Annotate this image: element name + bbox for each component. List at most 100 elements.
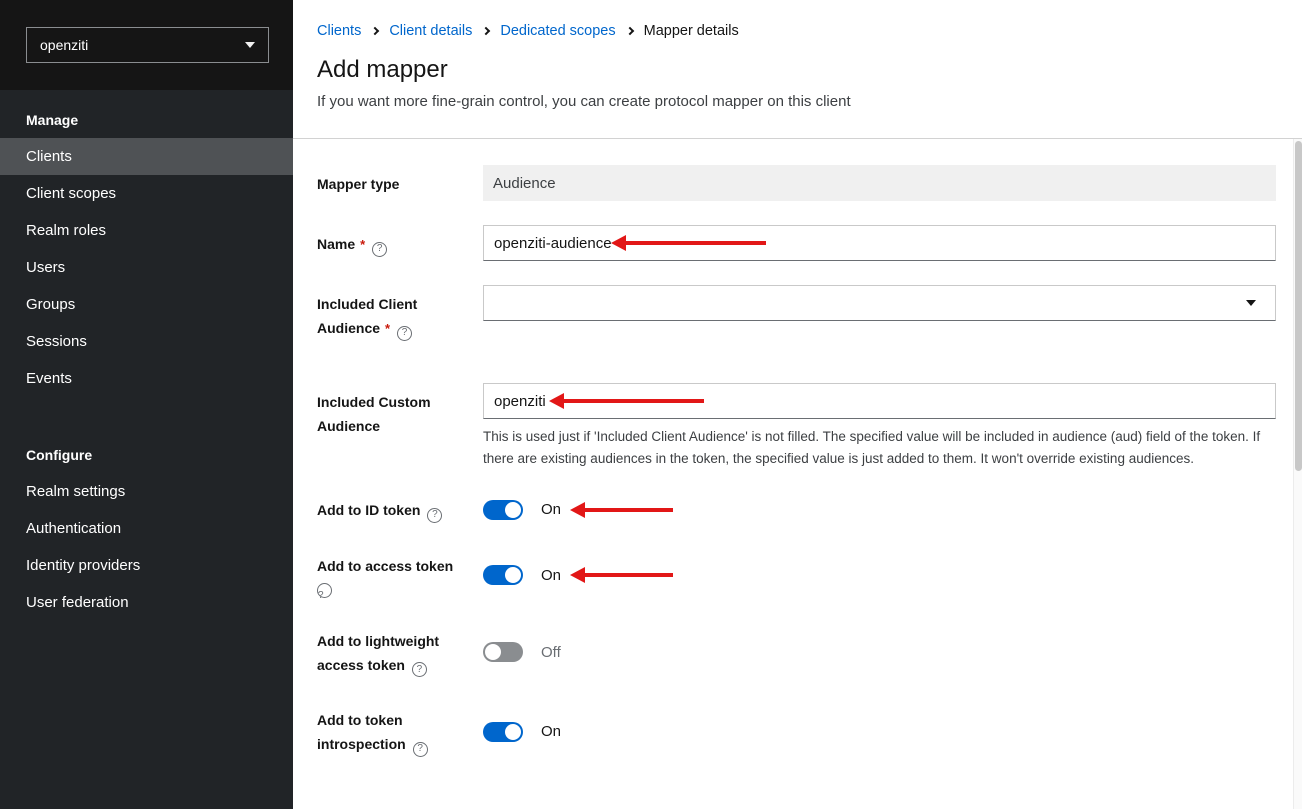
arrow-head-icon bbox=[611, 235, 626, 251]
form-row-add-to-token-introspection: Add to token introspection? On bbox=[317, 701, 1276, 757]
included-custom-audience-field: This is used just if 'Included Client Au… bbox=[483, 383, 1276, 470]
toggle-knob bbox=[505, 502, 521, 518]
toggle-knob bbox=[505, 567, 521, 583]
arrow-head-icon bbox=[549, 393, 564, 409]
add-to-id-token-field: On bbox=[483, 491, 1276, 523]
toggle-state-label: On bbox=[541, 567, 561, 584]
add-to-id-token-label-text: Add to ID token bbox=[317, 502, 420, 518]
sidebar-item-users[interactable]: Users bbox=[0, 249, 293, 286]
toggle-knob bbox=[485, 644, 501, 660]
breadcrumb-client-details[interactable]: Client details bbox=[389, 23, 472, 39]
arrow-head-icon bbox=[570, 567, 585, 583]
add-to-id-token-toggle[interactable] bbox=[483, 500, 523, 520]
sidebar-item-groups[interactable]: Groups bbox=[0, 286, 293, 323]
add-to-access-token-label: Add to access token? bbox=[317, 547, 483, 598]
realm-name: openziti bbox=[40, 37, 88, 53]
page-header: Clients Client details Dedicated scopes … bbox=[293, 0, 1302, 139]
sidebar-item-realm-settings[interactable]: Realm settings bbox=[0, 473, 293, 510]
breadcrumb: Clients Client details Dedicated scopes … bbox=[317, 23, 1276, 39]
mapper-type-field bbox=[483, 165, 1276, 201]
name-input[interactable] bbox=[483, 225, 1276, 261]
help-icon[interactable]: ? bbox=[397, 326, 412, 341]
realm-selector[interactable]: openziti bbox=[26, 27, 269, 63]
page-subtitle: If you want more fine-grain control, you… bbox=[317, 93, 1276, 110]
chevron-down-icon bbox=[245, 42, 255, 48]
app-window: openziti Manage Clients Client scopes Re… bbox=[0, 0, 1302, 809]
scrollbar-track bbox=[1293, 139, 1302, 809]
name-field bbox=[483, 225, 1276, 261]
add-to-token-introspection-field: On bbox=[483, 701, 1276, 757]
arrow-shaft bbox=[626, 241, 766, 245]
included-client-audience-select[interactable] bbox=[483, 285, 1276, 321]
help-icon[interactable]: ? bbox=[413, 742, 428, 757]
add-to-access-token-field: On bbox=[483, 547, 1276, 598]
scrollbar-thumb[interactable] bbox=[1295, 141, 1302, 471]
help-icon[interactable]: ? bbox=[412, 662, 427, 677]
help-icon[interactable]: ? bbox=[372, 242, 387, 257]
chevron-right-icon bbox=[482, 27, 490, 35]
masthead: openziti bbox=[0, 0, 293, 90]
mapper-type-input bbox=[483, 165, 1276, 201]
add-to-token-introspection-toggle[interactable] bbox=[483, 722, 523, 742]
name-label-text: Name bbox=[317, 236, 355, 252]
add-to-token-introspection-label: Add to token introspection? bbox=[317, 701, 483, 757]
included-custom-audience-label: Included Custom Audience bbox=[317, 383, 483, 470]
toggle-state-label: Off bbox=[541, 644, 561, 661]
page-title: Add mapper bbox=[317, 56, 1276, 84]
toggle-state-label: On bbox=[541, 501, 561, 518]
included-client-audience-label: Included Client Audience*? bbox=[317, 285, 483, 341]
arrow-shaft bbox=[564, 399, 704, 403]
arrow-shaft bbox=[585, 508, 673, 512]
annotation-arrow bbox=[611, 235, 766, 251]
sidebar-item-user-federation[interactable]: User federation bbox=[0, 584, 293, 621]
form-row-name: Name *? bbox=[317, 225, 1276, 261]
annotation-arrow bbox=[549, 393, 704, 409]
sidebar-item-realm-roles[interactable]: Realm roles bbox=[0, 212, 293, 249]
form-row-included-client-audience: Included Client Audience*? bbox=[317, 285, 1276, 341]
form-row-add-to-lightweight-access-token: Add to lightweight access token? Off bbox=[317, 622, 1276, 678]
help-icon[interactable]: ? bbox=[317, 583, 332, 598]
add-to-access-token-label-text: Add to access token bbox=[317, 558, 453, 574]
arrow-head-icon bbox=[570, 502, 585, 518]
included-custom-audience-helper-text: This is used just if 'Included Client Au… bbox=[483, 426, 1276, 470]
chevron-right-icon bbox=[371, 27, 379, 35]
form-row-add-to-access-token: Add to access token? On bbox=[317, 547, 1276, 598]
mapper-type-label: Mapper type bbox=[317, 165, 483, 201]
add-to-access-token-toggle[interactable] bbox=[483, 565, 523, 585]
sidebar-item-events[interactable]: Events bbox=[0, 360, 293, 397]
name-label: Name *? bbox=[317, 225, 483, 261]
mapper-type-label-text: Mapper type bbox=[317, 176, 399, 192]
nav-list-configure: Realm settings Authentication Identity p… bbox=[0, 473, 293, 621]
form-row-included-custom-audience: Included Custom Audience This is used ju… bbox=[317, 383, 1276, 470]
sidebar-item-authentication[interactable]: Authentication bbox=[0, 510, 293, 547]
breadcrumb-dedicated-scopes[interactable]: Dedicated scopes bbox=[500, 23, 615, 39]
help-icon[interactable]: ? bbox=[427, 508, 442, 523]
chevron-right-icon bbox=[625, 27, 633, 35]
annotation-arrow bbox=[570, 567, 673, 583]
add-to-lightweight-access-token-toggle[interactable] bbox=[483, 642, 523, 662]
toggle-knob bbox=[505, 724, 521, 740]
nav-section-manage: Manage bbox=[0, 90, 293, 138]
arrow-shaft bbox=[585, 573, 673, 577]
form-row-add-to-id-token: Add to ID token? On bbox=[317, 491, 1276, 523]
nav-section-configure: Configure bbox=[0, 425, 293, 473]
add-to-lightweight-access-token-field: Off bbox=[483, 622, 1276, 678]
form-row-mapper-type: Mapper type bbox=[317, 165, 1276, 201]
add-to-lightweight-access-token-label: Add to lightweight access token? bbox=[317, 622, 483, 678]
chevron-down-icon bbox=[1246, 300, 1256, 306]
nav-list-manage: Clients Client scopes Realm roles Users … bbox=[0, 138, 293, 397]
sidebar-item-sessions[interactable]: Sessions bbox=[0, 323, 293, 360]
sidebar-item-identity-providers[interactable]: Identity providers bbox=[0, 547, 293, 584]
annotation-arrow bbox=[570, 502, 673, 518]
breadcrumb-clients[interactable]: Clients bbox=[317, 23, 361, 39]
mapper-form: Mapper type Name *? bbox=[293, 139, 1302, 809]
required-marker: * bbox=[360, 237, 365, 252]
sidebar: openziti Manage Clients Client scopes Re… bbox=[0, 0, 293, 809]
sidebar-item-client-scopes[interactable]: Client scopes bbox=[0, 175, 293, 212]
sidebar-nav: Manage Clients Client scopes Realm roles… bbox=[0, 90, 293, 621]
sidebar-item-clients[interactable]: Clients bbox=[0, 138, 293, 175]
included-client-audience-field bbox=[483, 285, 1276, 341]
toggle-state-label: On bbox=[541, 723, 561, 740]
required-marker: * bbox=[385, 321, 390, 336]
add-to-token-introspection-label-text: Add to token introspection bbox=[317, 712, 406, 752]
